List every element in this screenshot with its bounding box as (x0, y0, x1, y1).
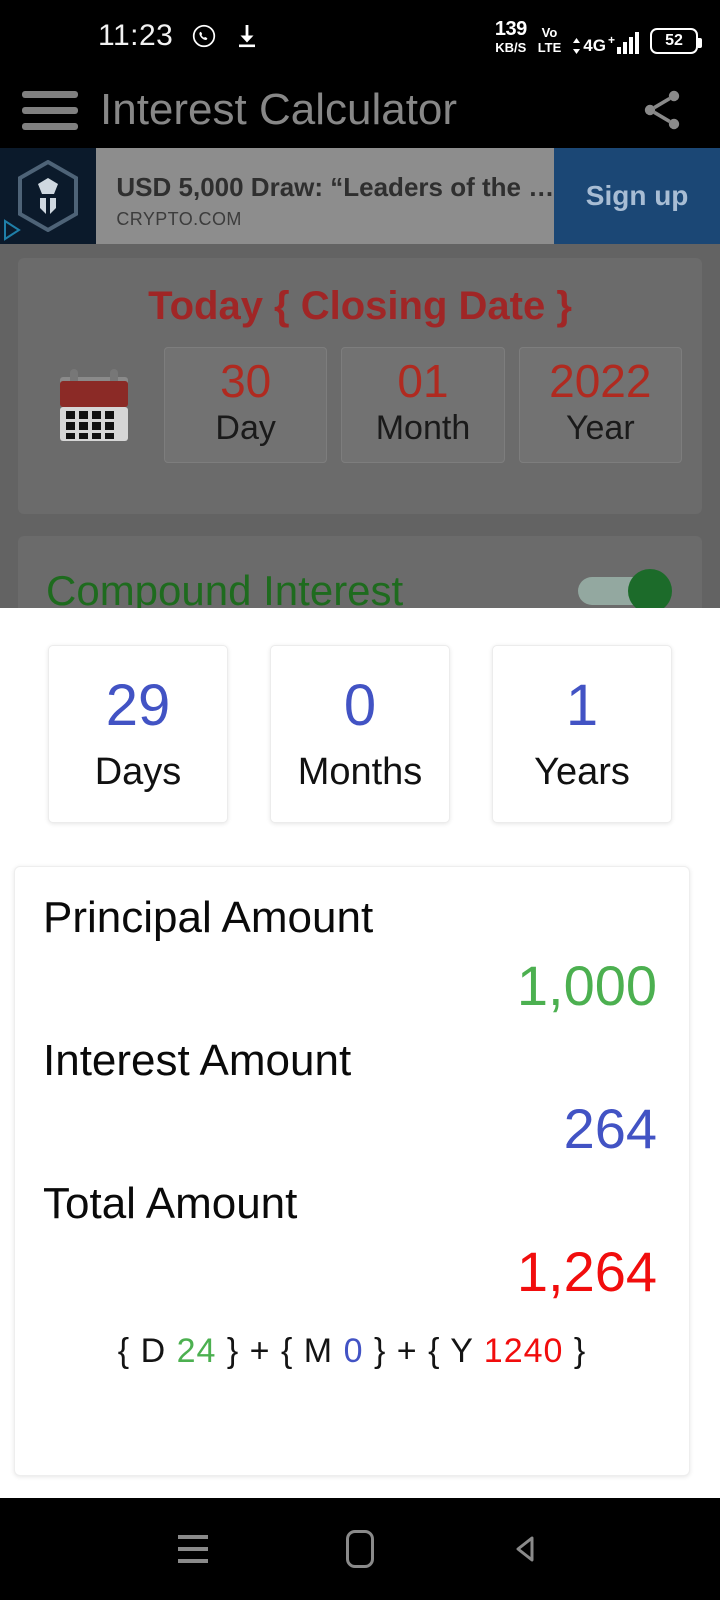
closing-date-day[interactable]: 30 Day (164, 347, 328, 463)
network-type-label: 4G (583, 35, 606, 55)
closing-date-month[interactable]: 01 Month (341, 347, 505, 463)
closing-date-year[interactable]: 2022 Year (518, 347, 682, 463)
duration-years-value: 1 (565, 673, 599, 738)
compound-interest-label: Compound Interest (46, 567, 404, 608)
closing-date-month-value: 01 (397, 355, 449, 407)
ad-headline: USD 5,000 Draw: “Leaders of the … (116, 172, 555, 202)
closing-date-card: Today { Closing Date } 30 Day 01 Month 2… (18, 258, 702, 514)
closing-date-day-value: 30 (220, 355, 272, 407)
closing-date-day-label: Day (215, 408, 276, 447)
ad-text: USD 5,000 Draw: “Leaders of the … CRYPTO… (96, 148, 555, 244)
ad-signup-button[interactable]: Sign up (554, 148, 720, 244)
results-card: Principal Amount 1,000 Interest Amount 2… (14, 866, 690, 1476)
volte-line2: LTE (537, 39, 562, 55)
status-bar-left: 11:23 (98, 19, 259, 53)
home-icon[interactable] (325, 1514, 395, 1584)
download-icon (235, 23, 259, 49)
battery-icon: 52 (650, 27, 702, 54)
duration-years-box[interactable]: 1 Years (492, 645, 672, 823)
duration-days-label: Days (94, 751, 182, 793)
interest-amount-value: 264 (563, 1097, 657, 1161)
interest-breakdown: { D 24 } + { M 0 } + { Y 1240 } (43, 1332, 661, 1371)
page-title: Interest Calculator (100, 85, 458, 134)
breakdown-open-y: { Y (428, 1331, 474, 1370)
duration-months-box[interactable]: 0 Months (270, 645, 450, 823)
signal-bars-icon (617, 31, 639, 54)
closing-date-month-label: Month (375, 408, 471, 447)
phone-screen: 11:23 139 KB/S Vo LTE 4G + 52 Interest C… (0, 0, 720, 1600)
network-speed-unit: KB/S (495, 39, 527, 55)
system-nav-bar (0, 1498, 720, 1600)
status-time: 11:23 (98, 19, 174, 52)
breakdown-close-y: } (573, 1331, 587, 1370)
breakdown-open-m: { M (280, 1331, 334, 1370)
total-amount-label: Total Amount (43, 1178, 298, 1228)
total-amount-value: 1,264 (516, 1240, 657, 1304)
hamburger-icon[interactable] (22, 90, 78, 130)
app-bar: Interest Calculator (0, 72, 720, 148)
results-sheet: 29 Days 0 Months 1 Years Principal Amoun… (0, 608, 720, 1498)
interest-amount-label: Interest Amount (43, 1035, 352, 1085)
adchoices-icon[interactable] (2, 218, 26, 242)
dimmed-background-content: Today { Closing Date } 30 Day 01 Month 2… (0, 244, 720, 608)
duration-days-value: 29 (105, 673, 171, 738)
closing-date-year-value: 2022 (549, 355, 652, 407)
breakdown-open-d: { D (117, 1331, 167, 1370)
closing-date-fields: 30 Day 01 Month 2022 Year (18, 347, 702, 463)
data-arrows-icon (573, 37, 581, 54)
volte-icon: Vo LTE (538, 26, 562, 54)
breakdown-years-value: 1240 (483, 1331, 564, 1370)
status-bar-right: 139 KB/S Vo LTE 4G + 52 (495, 19, 702, 55)
whatsapp-icon (191, 23, 217, 49)
duration-months-label: Months (297, 751, 423, 793)
duration-years-label: Years (534, 751, 630, 793)
total-amount-block: Total Amount 1,264 (43, 1178, 661, 1304)
breakdown-months-value: 0 (343, 1331, 364, 1370)
principal-amount-value: 1,000 (516, 954, 657, 1018)
duration-months-value: 0 (343, 673, 377, 738)
duration-days-box[interactable]: 29 Days (48, 645, 228, 823)
toggle-knob (628, 569, 672, 608)
principal-amount-block: Principal Amount 1,000 (43, 893, 661, 1018)
ad-advertiser: CRYPTO.COM (116, 209, 242, 229)
ad-banner[interactable]: USD 5,000 Draw: “Leaders of the … CRYPTO… (0, 148, 720, 244)
closing-date-title: Today { Closing Date } (148, 284, 572, 328)
battery-percent: 52 (665, 31, 683, 49)
principal-amount-label: Principal Amount (43, 893, 374, 942)
interest-amount-block: Interest Amount 264 (43, 1035, 661, 1161)
breakdown-days-value: 24 (176, 1331, 217, 1370)
closing-date-year-label: Year (565, 408, 635, 447)
breakdown-plus-1: + (249, 1331, 271, 1370)
volte-line1: Vo (541, 24, 558, 40)
breakdown-close-d: } (226, 1331, 240, 1370)
crypto-com-logo (0, 148, 97, 244)
compound-interest-toggle[interactable] (578, 569, 672, 608)
recents-icon[interactable] (158, 1514, 228, 1584)
breakdown-close-m: } (373, 1331, 387, 1370)
compound-interest-row: Compound Interest (18, 536, 702, 608)
status-bar: 11:23 139 KB/S Vo LTE 4G + 52 (0, 0, 720, 72)
network-type-indicator: 4G + (572, 31, 639, 55)
calendar-icon (38, 357, 150, 453)
share-icon[interactable] (634, 82, 690, 138)
network-speed-value: 139 (494, 17, 527, 40)
breakdown-plus-2: + (396, 1331, 418, 1370)
duration-row: 29 Days 0 Months 1 Years (48, 645, 672, 823)
back-icon[interactable] (492, 1514, 562, 1584)
network-speed-indicator: 139 KB/S (495, 19, 527, 54)
